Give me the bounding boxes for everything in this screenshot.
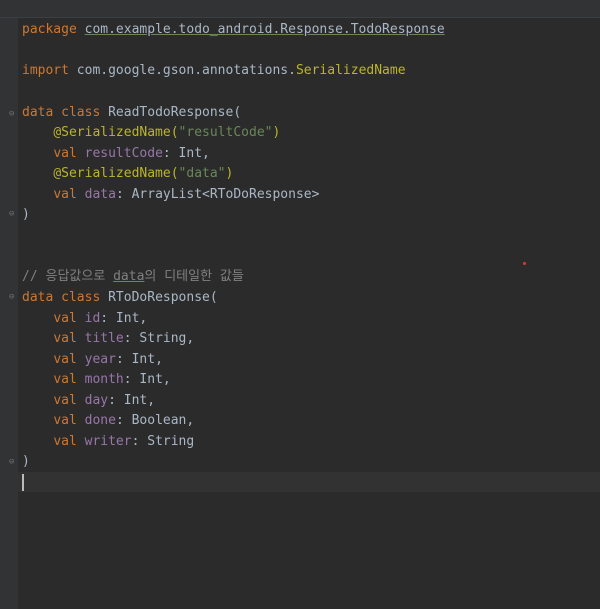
closing-paren: ) <box>22 454 30 469</box>
annotation: @SerializedName( <box>53 125 179 140</box>
current-line-highlight <box>18 472 600 492</box>
code-line-9: val data: ArrayList<RToDoResponse> <box>22 185 319 205</box>
property-name: id <box>84 311 101 326</box>
code-line-6: @SerializedName("resultCode") <box>22 123 280 143</box>
type-annotation: : Int, <box>115 352 163 367</box>
code-line-22: ) <box>22 452 30 472</box>
type-annotation: : Int, <box>108 393 156 408</box>
fold-end-icon[interactable]: ⊖ <box>9 209 18 219</box>
property-name: data <box>84 187 116 202</box>
keyword: val <box>53 146 77 161</box>
keyword: val <box>53 331 77 346</box>
keyword: val <box>53 311 77 326</box>
code-line-3: import com.google.gson.annotations.Seria… <box>22 61 406 81</box>
property-name: done <box>84 413 116 428</box>
code-line-18: val month: Int, <box>22 370 171 390</box>
annotation-close: ) <box>272 125 281 140</box>
type-annotation: : String <box>131 434 195 449</box>
code-line-16: val title: String, <box>22 329 194 349</box>
property-name: day <box>84 393 109 408</box>
text-caret <box>22 474 24 491</box>
import-path: com.google.gson.annotations. <box>76 63 296 78</box>
class-declaration: RToDoResponse( <box>108 290 218 305</box>
code-line-14: data class RToDoResponse( <box>22 288 218 308</box>
keyword: import <box>22 63 69 78</box>
keyword: val <box>53 372 77 387</box>
closing-paren: ) <box>22 207 30 222</box>
code-line-20: val done: Boolean, <box>22 411 194 431</box>
keyword: val <box>53 352 77 367</box>
keyword: val <box>53 187 77 202</box>
keyword: data class <box>22 290 101 305</box>
import-name: SerializedName <box>295 63 406 78</box>
property-name: month <box>84 372 124 387</box>
comment-text: // 응답값으로 <box>22 269 114 284</box>
keyword: val <box>53 413 77 428</box>
property-name: year <box>84 352 116 367</box>
type-annotation: : Int, <box>162 146 210 161</box>
code-line-13: // 응답값으로 data의 디테일한 값들 <box>22 267 244 287</box>
code-line-15: val id: Int, <box>22 309 147 329</box>
string-literal: "resultCode" <box>178 125 273 140</box>
package-name: com.example.todo_android.Response.TodoRe… <box>84 22 445 37</box>
fold-start-icon[interactable]: ⊖ <box>9 109 18 119</box>
comment-underlined-word: data <box>113 269 145 284</box>
type-annotation: : Int, <box>100 311 148 326</box>
annotation-close: ) <box>225 166 234 181</box>
property-name: title <box>84 331 124 346</box>
marker-dot <box>523 262 526 265</box>
property-name: resultCode <box>84 146 163 161</box>
keyword: val <box>53 434 77 449</box>
code-line-5: data class ReadTodoResponse( <box>22 103 241 123</box>
code-line-19: val day: Int, <box>22 391 155 411</box>
type-annotation: : String, <box>123 331 195 346</box>
comment-text: 의 디테일한 값들 <box>144 269 244 284</box>
property-name: writer <box>84 434 132 449</box>
code-line-10: ) <box>22 205 30 225</box>
class-declaration: ReadTodoResponse( <box>108 105 242 120</box>
code-line-1: package com.example.todo_android.Respons… <box>22 20 445 40</box>
keyword: data class <box>22 105 101 120</box>
code-line-17: val year: Int, <box>22 350 163 370</box>
type-annotation: : Boolean, <box>115 413 195 428</box>
editor-tab-strip <box>0 0 600 18</box>
type-annotation: : ArrayList<RToDoResponse> <box>115 187 320 202</box>
code-line-21: val writer: String <box>22 432 194 452</box>
string-literal: "data" <box>178 166 226 181</box>
fold-start-icon[interactable]: ⊖ <box>9 292 18 302</box>
type-annotation: : Int, <box>123 372 171 387</box>
code-line-8: @SerializedName("data") <box>22 164 233 184</box>
annotation: @SerializedName( <box>53 166 179 181</box>
editor-gutter[interactable] <box>0 18 18 609</box>
fold-end-icon[interactable]: ⊖ <box>9 457 18 467</box>
code-line-7: val resultCode: Int, <box>22 144 210 164</box>
keyword: val <box>53 393 77 408</box>
keyword: package <box>22 22 77 37</box>
